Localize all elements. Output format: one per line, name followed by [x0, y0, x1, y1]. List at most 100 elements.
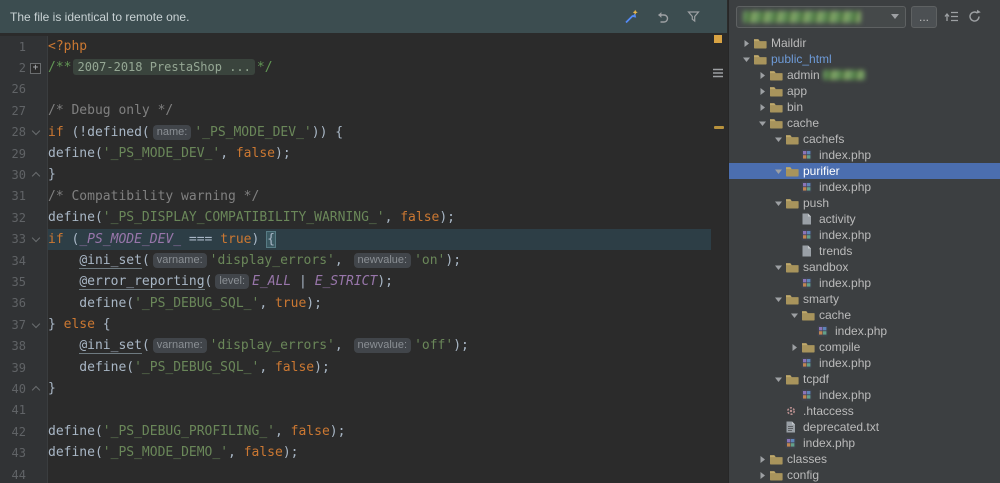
tree-row-cache[interactable]: cache	[729, 307, 1000, 323]
code-line-28[interactable]: if (!defined(name:'_PS_MODE_DEV_')) {	[48, 122, 711, 143]
line-number[interactable]: 26	[2, 82, 26, 96]
line-number[interactable]: 29	[2, 147, 26, 161]
code-line-44[interactable]	[48, 464, 711, 483]
code-line-29[interactable]: define('_PS_MODE_DEV_', false);	[48, 143, 711, 164]
gutter-line[interactable]: 33	[0, 229, 47, 250]
line-number[interactable]: 33	[2, 232, 26, 246]
fold-marker-end[interactable]	[31, 386, 39, 394]
tree-row-smarty[interactable]: smarty	[729, 291, 1000, 307]
gutter-line[interactable]: 31	[0, 186, 47, 207]
tree-row-activity[interactable]: activity	[729, 211, 1000, 227]
error-stripe-menu-icon[interactable]	[712, 65, 724, 83]
code-line-41[interactable]	[48, 400, 711, 421]
line-number[interactable]: 41	[2, 403, 26, 417]
gutter-line[interactable]: 29	[0, 143, 47, 164]
code-lines[interactable]: <?php/**2007-2018 PrestaShop ...*//* Deb…	[48, 36, 711, 483]
tree-row-compile[interactable]: compile	[729, 339, 1000, 355]
line-number[interactable]: 30	[2, 168, 26, 182]
gutter-line[interactable]: 26	[0, 79, 47, 100]
inspection-status-marker[interactable]	[714, 35, 722, 43]
tree-row-index.php[interactable]: index.php	[729, 387, 1000, 403]
gutter-line[interactable]: 35	[0, 271, 47, 292]
fold-marker-open[interactable]	[31, 127, 39, 135]
line-number[interactable]: 28	[2, 125, 26, 139]
code-line-33[interactable]: if (_PS_MODE_DEV_ === true) {	[48, 229, 711, 250]
tree-row-index.php[interactable]: index.php	[729, 435, 1000, 451]
code-line-2[interactable]: /**2007-2018 PrestaShop ...*/	[48, 57, 711, 78]
tree-row-app[interactable]: app	[729, 83, 1000, 99]
tree-row-push[interactable]: push	[729, 195, 1000, 211]
line-number[interactable]: 44	[2, 468, 26, 482]
tree-row-index.php[interactable]: index.php	[729, 323, 1000, 339]
code-line-37[interactable]: } else {	[48, 314, 711, 335]
remote-file-tree[interactable]: Maildirpublic_htmladminappbincachecachef…	[729, 33, 1000, 483]
gutter-line[interactable]: 39	[0, 357, 47, 378]
error-stripe[interactable]	[711, 33, 727, 483]
chevron-right-icon[interactable]	[755, 471, 769, 480]
chevron-down-icon[interactable]	[771, 375, 785, 384]
tree-row-cache[interactable]: cache	[729, 115, 1000, 131]
chevron-down-icon[interactable]	[771, 199, 785, 208]
line-number[interactable]: 1	[2, 40, 26, 54]
code-line-35[interactable]: @error_reporting(level:E_ALL | E_STRICT)…	[48, 271, 711, 292]
chevron-right-icon[interactable]	[787, 343, 801, 352]
code-line-38[interactable]: @ini_set(varname:'display_errors', newva…	[48, 335, 711, 356]
tree-row-index.php[interactable]: index.php	[729, 179, 1000, 195]
gutter-line[interactable]: 30	[0, 164, 47, 185]
fold-marker-open[interactable]	[31, 320, 39, 328]
tree-row-admin[interactable]: admin	[729, 67, 1000, 83]
chevron-down-icon[interactable]	[771, 263, 785, 272]
line-number[interactable]: 27	[2, 104, 26, 118]
editor-gutter[interactable]: 1 2+ 26 27 28 29 30 31 32 33 34 35 36 37 38 39 40 41 42 43 4…	[0, 36, 48, 483]
code-line-36[interactable]: define('_PS_DEBUG_SQL_', true);	[48, 293, 711, 314]
code-line-34[interactable]: @ini_set(varname:'display_errors', newva…	[48, 250, 711, 271]
code-line-40[interactable]: }	[48, 378, 711, 399]
line-number[interactable]: 38	[2, 339, 26, 353]
gutter-line[interactable]: 40	[0, 378, 47, 399]
chevron-down-icon[interactable]	[755, 119, 769, 128]
warning-stripe-mark[interactable]	[714, 126, 724, 129]
line-number[interactable]: 31	[2, 189, 26, 203]
code-line-26[interactable]	[48, 79, 711, 100]
sync-icon[interactable]	[623, 9, 639, 25]
browse-button[interactable]: ...	[911, 6, 937, 28]
revert-icon[interactable]	[654, 9, 670, 25]
gutter-line[interactable]: 42	[0, 421, 47, 442]
chevron-right-icon[interactable]	[755, 455, 769, 464]
line-number[interactable]: 39	[2, 361, 26, 375]
chevron-right-icon[interactable]	[739, 39, 753, 48]
fold-marker-open[interactable]	[31, 234, 39, 242]
line-number[interactable]: 32	[2, 211, 26, 225]
tree-row-.htaccess[interactable]: .htaccess	[729, 403, 1000, 419]
tree-row-maildir[interactable]: Maildir	[729, 35, 1000, 51]
gutter-line[interactable]: 41	[0, 400, 47, 421]
line-number[interactable]: 36	[2, 296, 26, 310]
code-line-39[interactable]: define('_PS_DEBUG_SQL_', false);	[48, 357, 711, 378]
code-line-27[interactable]: /* Debug only */	[48, 100, 711, 121]
gutter-line[interactable]: 36	[0, 293, 47, 314]
tree-row-cachefs[interactable]: cachefs	[729, 131, 1000, 147]
collapse-all-icon[interactable]	[942, 8, 960, 26]
line-number[interactable]: 34	[2, 254, 26, 268]
tree-row-deprecated.txt[interactable]: deprecated.txt	[729, 419, 1000, 435]
filter-icon[interactable]	[685, 9, 701, 25]
line-number[interactable]: 35	[2, 275, 26, 289]
tree-row-classes[interactable]: classes	[729, 451, 1000, 467]
tree-row-trends[interactable]: trends	[729, 243, 1000, 259]
tree-row-tcpdf[interactable]: tcpdf	[729, 371, 1000, 387]
line-number[interactable]: 42	[2, 425, 26, 439]
gutter-line[interactable]: 1	[0, 36, 47, 57]
line-number[interactable]: 43	[2, 446, 26, 460]
chevron-right-icon[interactable]	[755, 87, 769, 96]
tree-row-index.php[interactable]: index.php	[729, 147, 1000, 163]
gutter-line[interactable]: 2+	[0, 57, 47, 78]
tree-row-public-html[interactable]: public_html	[729, 51, 1000, 67]
line-number[interactable]: 37	[2, 318, 26, 332]
chevron-down-icon[interactable]	[771, 295, 785, 304]
tree-row-bin[interactable]: bin	[729, 99, 1000, 115]
chevron-right-icon[interactable]	[755, 103, 769, 112]
code-line-30[interactable]: }	[48, 164, 711, 185]
tree-row-purifier[interactable]: purifier	[729, 163, 1000, 179]
gutter-line[interactable]: 28	[0, 122, 47, 143]
gutter-line[interactable]: 43	[0, 442, 47, 463]
